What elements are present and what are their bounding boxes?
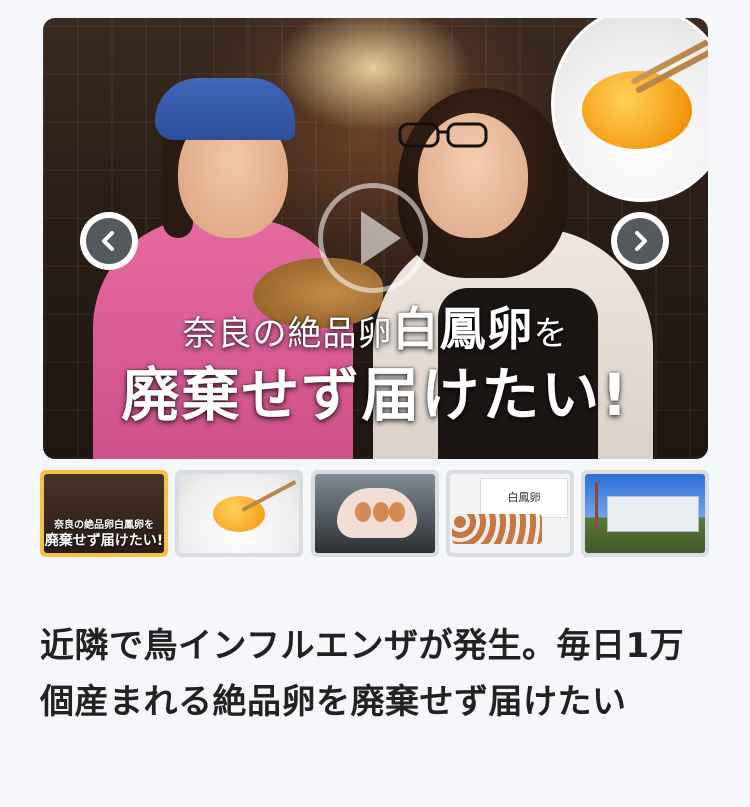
prev-slide-button-inner [86,218,132,264]
thumbnail-3-egg [373,502,389,522]
thumbnail-5-building [607,496,699,532]
prev-slide-button[interactable] [80,212,138,270]
thumbnail-5-pole [595,482,598,530]
thumbnail-4-egg-tray [452,514,542,544]
thumbnail-3-image [315,474,435,553]
thumbnail-3-egg [355,502,371,522]
thumbnail-4[interactable]: 白鳳卵 [446,470,574,557]
glasses-icon [398,122,488,148]
next-slide-button-inner [617,218,663,264]
thumbnail-5[interactable] [581,470,709,557]
thumbnail-2[interactable] [175,470,303,557]
chevron-right-icon [635,231,647,251]
next-slide-button[interactable] [611,212,669,270]
thumbnail-1-caption-1: 奈良の絶品卵白鳳卵を [54,520,154,531]
thumbnail-1-image: 奈良の絶品卵白鳳卵を 廃棄せず届けたい! [44,474,164,553]
hero-headline-line2: 廃棄せず届けたい! [121,361,630,429]
hero-video-thumbnail[interactable]: 奈良の絶品卵白鳳卵を 廃棄せず届けたい! [43,18,708,459]
thumbnail-5-image [585,474,705,553]
thumbnail-2-image [179,474,299,553]
thumbnail-strip: 奈良の絶品卵白鳳卵を 廃棄せず届けたい! 白鳳卵 [40,470,710,560]
person-left-cap [155,78,295,140]
thumbnail-2-chopsticks [241,480,297,512]
thumbnail-1-caption-2: 廃棄せず届けたい! [44,533,164,549]
chopsticks [630,18,708,86]
thumbnail-4-box-label: 白鳳卵 [480,478,568,518]
thumbnail-3-egg [389,502,405,522]
play-icon [361,211,401,265]
thumbnail-3[interactable] [311,470,439,557]
project-title: 近隣で鳥インフルエンザが発生。毎日1万個産まれる絶品卵を廃棄せず届けたい [40,626,685,722]
chevron-left-icon [102,231,114,251]
project-page: 奈良の絶品卵白鳳卵を 廃棄せず届けたい! 奈良の絶品卵白鳳卵を 廃棄せず届けたい… [0,0,750,807]
thumbnail-4-image: 白鳳卵 [450,474,570,553]
thumbnail-1[interactable]: 奈良の絶品卵白鳳卵を 廃棄せず届けたい! [40,470,168,557]
